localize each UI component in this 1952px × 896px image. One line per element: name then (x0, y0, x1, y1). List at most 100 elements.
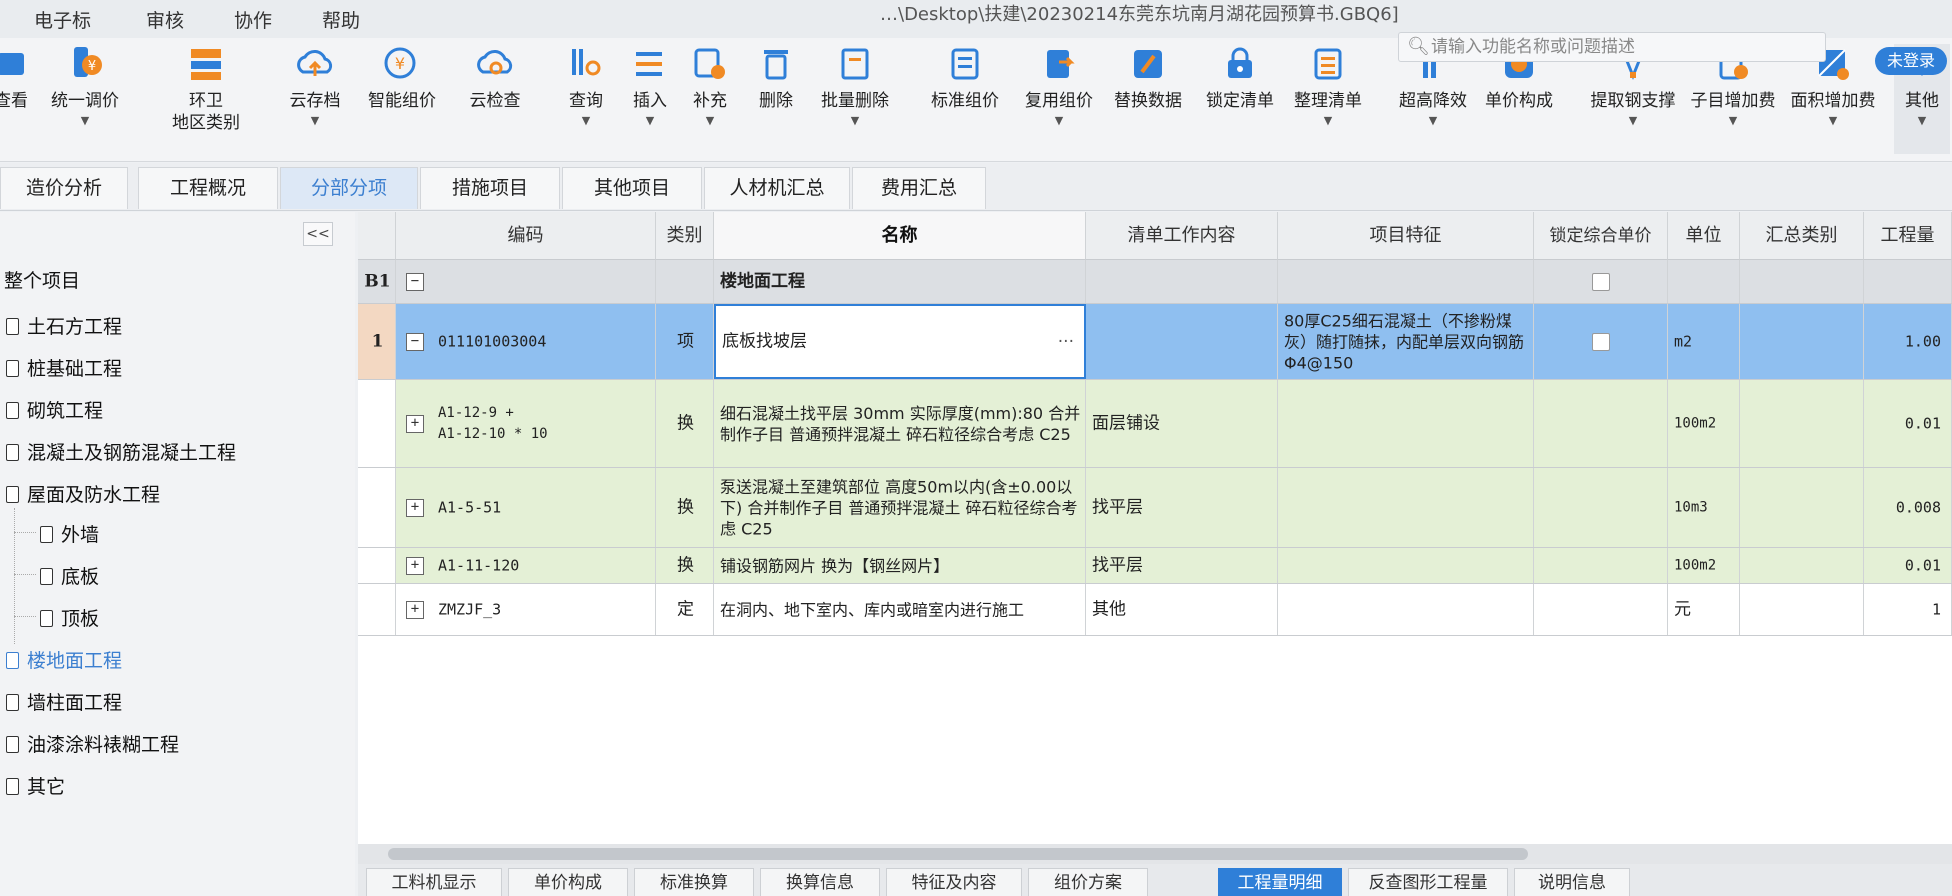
replace-data-icon (1128, 44, 1168, 84)
column-header-summary-category[interactable]: 汇总类别 (1740, 212, 1864, 260)
bottom-tab-unit-price[interactable]: 单价构成 (508, 868, 628, 896)
collapse-panel-button[interactable]: << (303, 222, 333, 246)
tab-measures[interactable]: 措施项目 (420, 167, 560, 209)
scrollbar-thumb[interactable] (388, 848, 1528, 860)
chevron-down-icon: ▼ (1428, 114, 1438, 127)
login-badge[interactable]: 未登录 (1875, 47, 1947, 75)
item-quantity: 0.01 (1904, 414, 1941, 432)
tab-other-items[interactable]: 其他项目 (562, 167, 702, 209)
bottom-tab-labor-material[interactable]: 工料机显示 (366, 868, 502, 896)
column-header-quantity[interactable]: 工程量 (1864, 212, 1952, 260)
section-name: 楼地面工程 (720, 271, 805, 291)
tree-node-paint-coating[interactable]: 油漆涂料裱糊工程 (6, 730, 179, 757)
column-header-feature[interactable]: 项目特征 (1278, 212, 1534, 260)
tab-labor-material-summary[interactable]: 人材机汇总 (704, 167, 850, 209)
view-button[interactable]: 查看 (0, 44, 36, 112)
tab-sub-items[interactable]: 分部分项 (280, 167, 418, 209)
bottom-tab-quantity-detail[interactable]: 工程量明细 (1218, 868, 1342, 896)
lock-price-checkbox[interactable] (1591, 332, 1610, 351)
lock-list-button[interactable]: 锁定清单 (1198, 44, 1282, 112)
batch-delete-button[interactable]: 批量删除 ▼ (810, 44, 900, 127)
tab-project-overview[interactable]: 工程概况 (138, 167, 278, 209)
document-icon (6, 652, 19, 669)
chevron-down-icon: ▼ (80, 114, 90, 127)
standard-pricing-icon (945, 44, 985, 84)
bottom-tab-description[interactable]: 说明信息 (1514, 868, 1630, 896)
standard-pricing-button[interactable]: 标准组价 (922, 44, 1008, 112)
tab-cost-summary[interactable]: 费用汇总 (852, 167, 986, 209)
organize-list-button[interactable]: 整理清单 ▼ (1286, 44, 1370, 127)
cloud-check-button[interactable]: 云检查 (460, 44, 530, 112)
tree-node-masonry[interactable]: 砌筑工程 (6, 396, 103, 423)
item-code: 011101003004 (438, 332, 547, 350)
detail-tabs: 工料机显示 单价构成 标准换算 换算信息 特征及内容 组价方案 工程量明细 反查… (358, 864, 1952, 896)
function-search-input[interactable] (1431, 33, 1821, 61)
column-header-lock-price[interactable]: 锁定综合单价 (1534, 212, 1668, 260)
item-unit: 元 (1674, 599, 1691, 619)
bottom-tab-standard-conversion[interactable]: 标准换算 (634, 868, 754, 896)
tree-node-wall-column[interactable]: 墙柱面工程 (6, 688, 122, 715)
expand-row-icon[interactable]: + (406, 498, 424, 517)
horizontal-scrollbar[interactable] (358, 844, 1952, 864)
reuse-pricing-button[interactable]: 复用组价 ▼ (1016, 44, 1102, 127)
column-header-code[interactable]: 编码 (396, 212, 656, 260)
item-name: 铺设钢筋网片 换为【钢丝网片】 (720, 556, 950, 575)
tree-node-floor-engineering[interactable]: 楼地面工程 (6, 646, 122, 673)
query-icon (566, 44, 606, 84)
menu-item-review[interactable]: 审核 (146, 6, 184, 33)
sanitation-region-button[interactable]: 环卫 地区类别 (160, 44, 252, 134)
column-header-type[interactable]: 类别 (656, 212, 714, 260)
tree-node-others[interactable]: 其它 (6, 772, 65, 799)
bottom-tab-conversion-info[interactable]: 换算信息 (760, 868, 880, 896)
menu-item-electronic-bid[interactable]: 电子标 (34, 6, 91, 33)
tab-cost-analysis[interactable]: 造价分析 (0, 167, 128, 209)
item-code: A1-11-120 (438, 556, 520, 574)
tree-root[interactable]: 整个项目 (4, 266, 80, 293)
document-icon (6, 402, 19, 419)
more-icon[interactable]: ··· (1058, 332, 1074, 352)
item-unit: m2 (1674, 332, 1693, 350)
table-row[interactable]: 1 −011101003004 项 底板找坡层 ··· 80厚C25细石混凝土（不… (358, 304, 1952, 380)
table-row[interactable]: + ZMZJF_3 定 在洞内、地下室内、库内或暗室内进行施工 其他 元 1 (358, 584, 1952, 636)
menu-item-collaborate[interactable]: 协作 (234, 6, 272, 33)
column-header-work-content[interactable]: 清单工作内容 (1086, 212, 1278, 260)
query-button[interactable]: 查询 ▼ (560, 44, 612, 127)
expand-row-icon[interactable]: + (406, 556, 424, 575)
tree-node-floor-slab[interactable]: 底板 (40, 562, 99, 589)
table-row[interactable]: + A1-12-9 + A1-12-10 * 10 换 细石混凝土找平层 30mm… (358, 380, 1952, 468)
cloud-save-button[interactable]: 云存档 ▼ (280, 44, 350, 127)
chevron-down-icon: ▼ (1323, 114, 1333, 127)
tree-node-earthwork[interactable]: 土石方工程 (6, 312, 122, 339)
expand-row-icon[interactable]: + (406, 600, 424, 619)
table-row[interactable]: + A1-5-51 换 泵送混凝土至建筑部位 高度50m以内(含±0.00以下) … (358, 468, 1952, 548)
smart-pricing-button[interactable]: ¥ 智能组价 (357, 44, 447, 112)
supplement-button[interactable]: 补充 ▼ (684, 44, 736, 127)
cloud-check-icon (475, 44, 515, 84)
bottom-tab-reverse-check[interactable]: 反查图形工程量 (1348, 868, 1508, 896)
chevron-down-icon: ▼ (645, 114, 655, 127)
item-name: 在洞内、地下室内、库内或暗室内进行施工 (720, 600, 1025, 619)
collapse-row-icon[interactable]: − (406, 272, 424, 291)
column-header-unit[interactable]: 单位 (1668, 212, 1740, 260)
insert-button[interactable]: 插入 ▼ (624, 44, 676, 127)
section-row[interactable]: B1 − 楼地面工程 (358, 260, 1952, 304)
expand-row-icon[interactable]: + (406, 414, 424, 433)
tree-node-exterior-wall[interactable]: 外墙 (40, 520, 99, 547)
menu-item-help[interactable]: 帮助 (322, 6, 360, 33)
tree-node-concrete[interactable]: 混凝土及钢筋混凝土工程 (6, 438, 236, 465)
replace-data-button[interactable]: 替换数据 (1106, 44, 1190, 112)
lock-price-checkbox[interactable] (1591, 272, 1610, 291)
tree-node-roof-waterproof[interactable]: 屋面及防水工程 (6, 480, 160, 507)
collapse-row-icon[interactable]: − (406, 332, 424, 351)
tree-node-pile-foundation[interactable]: 桩基础工程 (6, 354, 122, 381)
tree-connector (14, 574, 36, 575)
bottom-tab-features[interactable]: 特征及内容 (886, 868, 1022, 896)
bottom-tab-pricing-plan[interactable]: 组价方案 (1028, 868, 1148, 896)
tree-node-roof-slab[interactable]: 顶板 (40, 604, 99, 631)
unified-price-adjust-button[interactable]: ¥ 统一调价 ▼ (38, 44, 132, 127)
table-row[interactable]: + A1-11-120 换 铺设钢筋网片 换为【钢丝网片】 找平层 100m2 0… (358, 548, 1952, 584)
delete-button[interactable]: 删除 (750, 44, 802, 112)
column-header-name[interactable]: 名称 (714, 212, 1086, 260)
item-name-editor[interactable]: 底板找坡层 ··· (714, 304, 1086, 379)
main-tabs: 造价分析 工程概况 分部分项 措施项目 其他项目 人材机汇总 费用汇总 (0, 163, 1952, 211)
